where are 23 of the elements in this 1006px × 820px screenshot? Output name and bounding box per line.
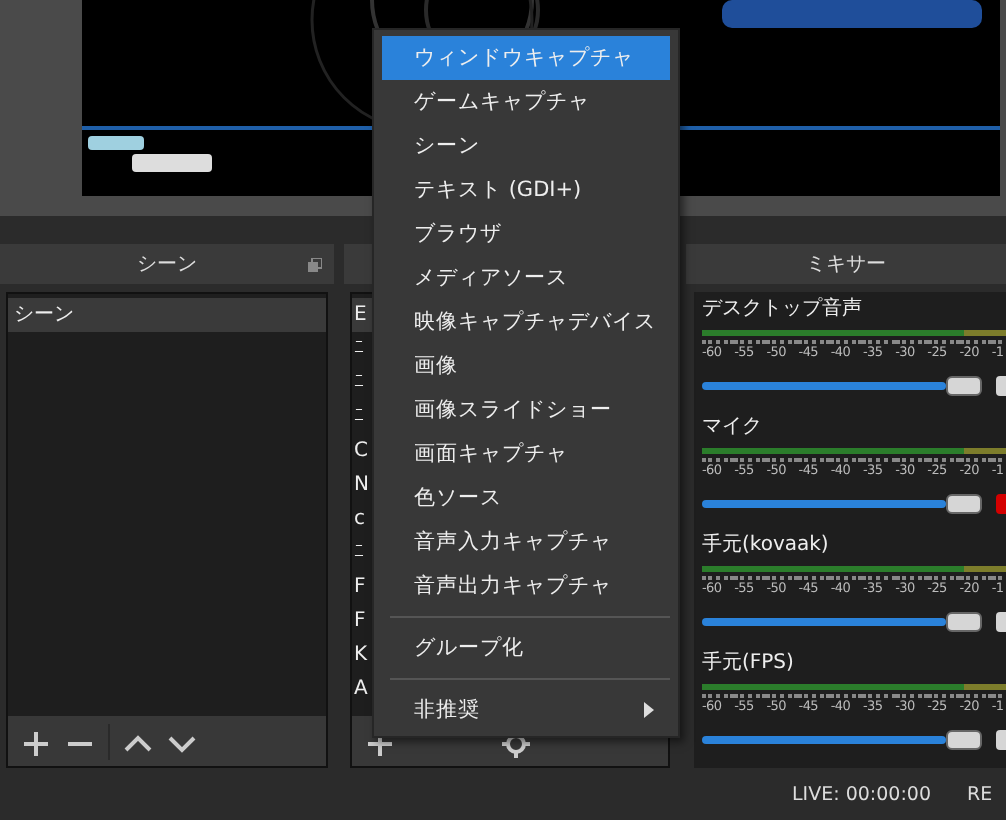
menu-item[interactable]: 音声入力キャプチャ (382, 520, 670, 564)
menu-item[interactable]: 画像スライドショー (382, 388, 670, 432)
menu-item[interactable]: 色ソース (382, 476, 670, 520)
channel-name: 手元(FPS) (702, 650, 796, 678)
channel-name: マイク (702, 414, 764, 442)
channel-name: 手元(kovaak) (702, 532, 831, 560)
menu-item[interactable]: ゲームキャプチャ (382, 80, 670, 124)
menu-item[interactable]: ブラウザ (382, 212, 670, 256)
rec-timer: RE (966, 783, 993, 805)
menu-item[interactable]: グループ化 (382, 626, 670, 670)
menu-item[interactable]: メディアソース (382, 256, 670, 300)
menu-item[interactable]: 映像キャプチャデバイス (382, 300, 670, 344)
menu-item[interactable]: シーン (382, 124, 670, 168)
live-timer: LIVE: 00:00:00 (792, 783, 931, 805)
menu-item[interactable]: 非推奨 (382, 688, 670, 732)
menu-item[interactable]: 音声出力キャプチャ (382, 564, 670, 608)
channel-name: デスクトップ音声 (702, 296, 864, 324)
menu-item[interactable]: テキスト (GDI+) (382, 168, 670, 212)
scene-item[interactable]: シーン (8, 298, 326, 332)
dock-title: ミキサー (806, 252, 886, 278)
menu-item[interactable]: 画像 (382, 344, 670, 388)
menu-item[interactable]: 画面キャプチャ (382, 432, 670, 476)
dock-title: シーン (137, 252, 197, 278)
